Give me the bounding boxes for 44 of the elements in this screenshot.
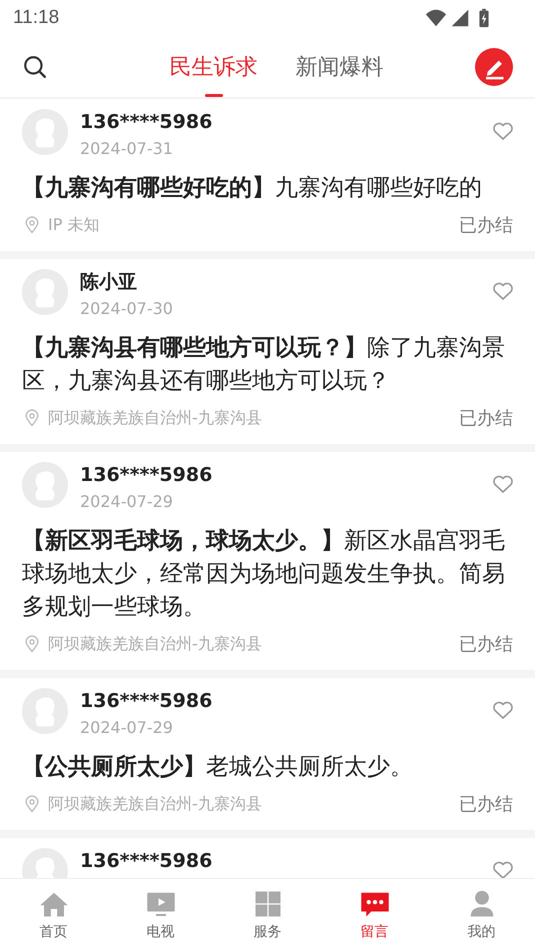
wifi-icon <box>425 7 447 29</box>
nav-label: 服务 <box>254 923 282 941</box>
post-card[interactable]: 136****5986 2024-07-29 【公共厕所太少】老城公共厕所太少。 阿坝藏族羌族自治州-九寨沟县 已办结 <box>0 678 535 830</box>
tab[interactable]: 新闻爆料 <box>296 36 384 97</box>
user-name: 136****5986 <box>80 111 214 133</box>
post-card[interactable]: 陈小亚 2024-07-30 【九寨沟县有哪些地方可以玩？】除了九寨沟景区，九寨沟县还有哪些地方可以玩？ 阿坝藏族羌族自治州-九寨沟县 已办结 <box>0 259 535 444</box>
post-card[interactable]: 136****5986 2024-07-31 【九寨沟有哪些好吃的】九寨沟有哪些好吃的 IP 未知 已办结 <box>0 99 535 251</box>
nav-tab[interactable]: 我的 <box>428 879 535 951</box>
status-label: 已办结 <box>459 633 513 656</box>
nav-tab[interactable]: 留言 <box>321 879 428 951</box>
location-text: 阿坝藏族羌族自治州-九寨沟县 <box>48 634 262 654</box>
user-name: 136****5986 <box>80 690 214 712</box>
post-card[interactable]: 136****5986 2024-07-29 【新区羽毛球场，球场太少。】新区水晶宫羽毛球场地太少，经常因为场地问题发生争执。简易多规划一些球场。 阿坝藏族羌族自治州-九寨沟县 已办结 <box>0 452 535 670</box>
post-text: 【九寨沟有哪些好吃的】九寨沟有哪些好吃的 <box>22 174 483 203</box>
nav-label: 我的 <box>468 923 496 941</box>
post-text: 【新区羽毛球场，球场太少。】新区水晶宫羽毛球场地太少，经常因为场地问题发生争执。简易多规划一些球场。 <box>22 527 506 622</box>
tab[interactable]: 民生诉求 <box>170 36 258 97</box>
location-text: 阿坝藏族羌族自治州-九寨沟县 <box>48 408 262 428</box>
status-label: 已办结 <box>459 793 513 816</box>
status-label: 已办结 <box>459 214 513 237</box>
status-time: 11:18 <box>13 7 60 29</box>
search-icon[interactable] <box>22 54 48 80</box>
post-text: 【九寨沟县有哪些地方可以玩？】除了九寨沟景区，九寨沟县还有哪些地方可以玩？ <box>22 334 506 396</box>
grid-icon <box>252 889 282 919</box>
nav-label: 首页 <box>40 923 68 941</box>
status-label: 已办结 <box>459 407 513 430</box>
post-date: 2024-07-29 <box>80 717 174 739</box>
user-name: 136****5986 <box>80 464 214 486</box>
nav-tab[interactable]: 电视 <box>107 879 214 951</box>
nav-label: 留言 <box>360 923 388 941</box>
post-card[interactable]: 136****5986 <box>0 838 535 878</box>
post-date: 2024-07-29 <box>80 491 174 513</box>
user-name: 陈小亚 <box>80 271 138 293</box>
nav-tab[interactable]: 服务 <box>214 879 321 951</box>
nav-tab[interactable]: 首页 <box>0 879 107 951</box>
nav-label: 电视 <box>146 923 174 941</box>
location-text: 阿坝藏族羌族自治州-九寨沟县 <box>48 794 262 814</box>
user-name: 136****5986 <box>80 850 214 872</box>
location-text: IP 未知 <box>48 214 100 236</box>
edit-icon[interactable] <box>475 48 513 86</box>
post-date: 2024-07-30 <box>80 298 174 320</box>
signal-icon <box>449 7 471 29</box>
post-text: 【公共厕所太少】老城公共厕所太少。 <box>22 753 414 782</box>
post-date: 2024-07-31 <box>80 138 174 160</box>
